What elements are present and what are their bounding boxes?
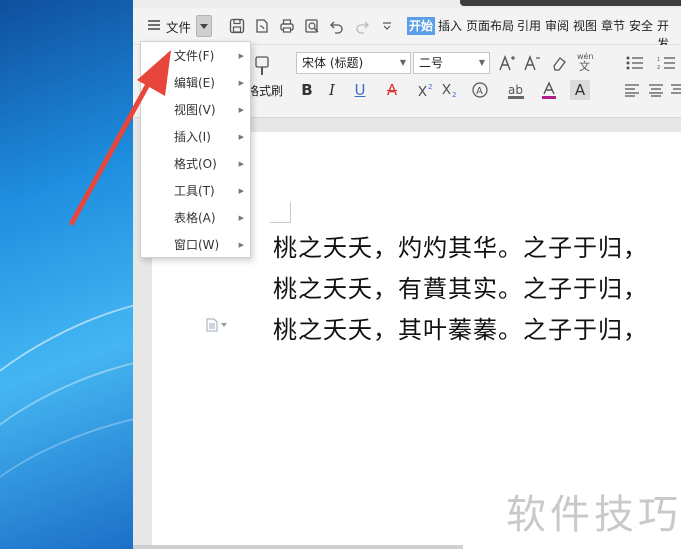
align-left-icon[interactable] [623, 80, 641, 100]
menu-item-label: 编辑(E) [174, 76, 215, 90]
title-bar [133, 0, 681, 8]
redo-icon[interactable] [352, 16, 372, 36]
file-dropdown-menu: 文件(F) ▶ 编辑(E) ▶ 视图(V) ▶ 插入(I) ▶ 格式(O) ▶ 工具(T)… [140, 41, 251, 258]
phonetic-guide-icon[interactable]: wén 文 [574, 51, 600, 72]
file-menu-button[interactable]: 文件 [147, 15, 213, 37]
print-preview-icon[interactable] [302, 16, 322, 36]
desktop-wallpaper [0, 0, 133, 549]
svg-text:2: 2 [657, 65, 660, 71]
subscript-icon[interactable]: 2 [440, 80, 460, 100]
submenu-arrow-icon: ▶ [238, 187, 244, 195]
svg-text:2: 2 [452, 91, 456, 98]
menu-item-label: 表格(A) [174, 211, 216, 225]
align-center-icon[interactable] [647, 80, 665, 100]
menu-item-format[interactable]: 格式(O) ▶ [141, 151, 250, 178]
menu-item-table[interactable]: 表格(A) ▶ [141, 205, 250, 232]
menu-item-file[interactable]: 文件(F) ▶ [141, 43, 250, 70]
clear-formatting-icon[interactable] [549, 53, 569, 73]
italic-icon[interactable]: I [324, 80, 340, 100]
menu-item-view[interactable]: 视图(V) ▶ [141, 97, 250, 124]
menu-item-window[interactable]: 窗口(W) ▶ [141, 232, 250, 259]
svg-text:文: 文 [579, 59, 590, 72]
undo-icon[interactable] [327, 16, 347, 36]
menu-item-label: 文件(F) [174, 49, 215, 63]
menu-item-insert[interactable]: 插入(I) ▶ [141, 124, 250, 151]
page-margin-marker [270, 202, 291, 223]
highlight-icon[interactable]: ab [503, 80, 529, 100]
character-shading-icon[interactable]: A [570, 80, 590, 100]
menu-item-label: 工具(T) [174, 184, 215, 198]
tab-view[interactable]: 视图 [572, 17, 598, 35]
format-painter-label[interactable]: 格式刷 [247, 82, 283, 99]
tab-references[interactable]: 引用 [516, 17, 542, 35]
font-name-value: 宋体 (标题) [302, 56, 364, 70]
title-tab-strip [460, 0, 681, 6]
strikethrough-icon[interactable]: A [380, 80, 404, 100]
svg-text:1: 1 [657, 57, 660, 63]
chevron-down-icon: ▼ [399, 58, 406, 67]
submenu-arrow-icon: ▶ [238, 214, 244, 222]
tab-sections[interactable]: 章节 [600, 17, 626, 35]
align-right-icon[interactable] [671, 80, 681, 100]
svg-text:2: 2 [428, 83, 432, 91]
bullet-list-icon[interactable] [623, 53, 647, 73]
tab-review[interactable]: 审阅 [544, 17, 570, 35]
submenu-arrow-icon: ▶ [238, 133, 244, 141]
tab-security[interactable]: 安全 [628, 17, 654, 35]
svg-text:ab: ab [508, 83, 523, 97]
font-color-icon[interactable] [538, 80, 560, 100]
format-painter-icon[interactable] [249, 53, 275, 79]
numbered-list-icon[interactable]: 12 [655, 53, 679, 73]
menu-item-label: 插入(I) [174, 130, 211, 144]
submenu-arrow-icon: ▶ [238, 52, 244, 60]
submenu-arrow-icon: ▶ [238, 160, 244, 168]
horizontal-scrollbar[interactable] [133, 545, 463, 549]
menu-item-label: 格式(O) [174, 157, 217, 171]
text-effects-icon[interactable]: A [468, 80, 492, 100]
tab-developer[interactable]: 开发 [656, 17, 681, 51]
bold-icon[interactable]: B [299, 80, 315, 100]
quick-access-more-icon[interactable] [377, 16, 397, 36]
save-icon[interactable] [227, 16, 247, 36]
watermark-text: 软件技巧 [506, 492, 681, 538]
superscript-icon[interactable]: 2 [416, 80, 436, 100]
document-line[interactable]: 桃之夭夭，灼灼其华。之子于归， [273, 228, 648, 263]
font-size-value: 二号 [419, 56, 444, 70]
document-line[interactable]: 桃之夭夭，其叶蓁蓁。之子于归， [273, 310, 648, 345]
font-size-select[interactable]: 二号 ▼ [413, 52, 490, 74]
submenu-arrow-icon: ▶ [238, 106, 244, 114]
chevron-down-icon: ▼ [478, 58, 485, 67]
menu-item-edit[interactable]: 编辑(E) ▶ [141, 70, 250, 97]
menu-bar: 文件 开始 插入 页面布局 引用 审阅 视图 章节 安全 开发 [133, 8, 681, 51]
submenu-arrow-icon: ▶ [238, 79, 244, 87]
submenu-arrow-icon: ▶ [238, 241, 244, 249]
menu-item-label: 视图(V) [174, 103, 216, 117]
svg-text:A: A [476, 86, 483, 97]
file-menu-label: 文件 [166, 19, 192, 35]
document-line[interactable]: 桃之夭夭，有蕡其实。之子于归， [273, 269, 648, 304]
file-menu-dropdown-toggle[interactable] [196, 15, 213, 37]
shrink-font-icon[interactable] [522, 53, 542, 73]
menu-item-label: 窗口(W) [174, 238, 220, 252]
font-name-select[interactable]: 宋体 (标题) ▼ [296, 52, 411, 74]
menu-item-tools[interactable]: 工具(T) ▶ [141, 178, 250, 205]
underline-icon[interactable]: U [349, 80, 371, 100]
export-pdf-icon[interactable] [252, 16, 272, 36]
print-icon[interactable] [277, 16, 297, 36]
grow-font-icon[interactable] [497, 53, 517, 73]
tab-insert[interactable]: 插入 [437, 17, 463, 35]
tab-page-layout[interactable]: 页面布局 [465, 17, 515, 35]
paragraph-layout-icon[interactable] [206, 317, 230, 333]
hamburger-icon [147, 19, 161, 34]
tab-home[interactable]: 开始 [407, 17, 436, 35]
